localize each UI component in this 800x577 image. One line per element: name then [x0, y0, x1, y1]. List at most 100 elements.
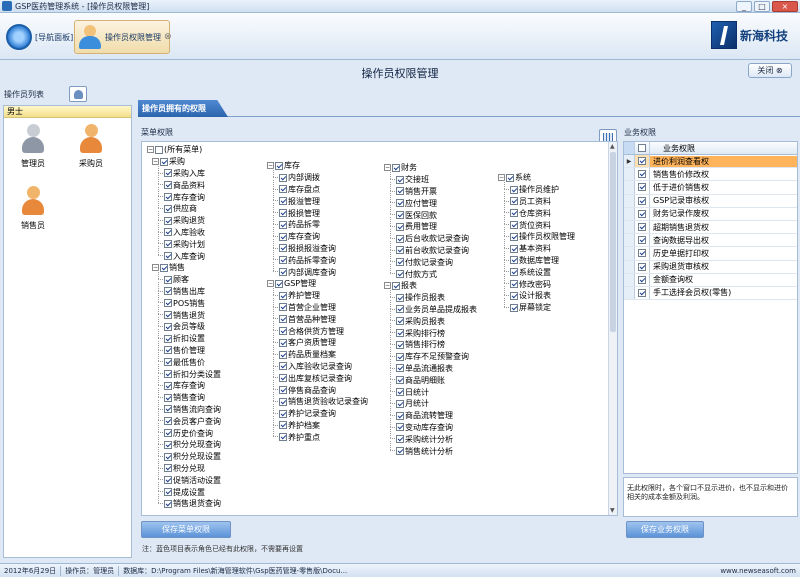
checkbox[interactable] [164, 358, 172, 367]
tab-owned-permissions[interactable]: 操作员拥有的权限 [138, 100, 228, 117]
expand-toggle-icon[interactable]: − [147, 146, 154, 154]
checkbox[interactable] [396, 399, 404, 408]
user-purchaser[interactable]: 采购员 [65, 124, 117, 182]
select-all-checkbox[interactable] [637, 144, 646, 152]
checkbox[interactable] [396, 293, 404, 302]
tree-item[interactable]: 费用管理 [378, 217, 477, 233]
checkbox[interactable] [510, 185, 518, 194]
checkbox[interactable] [396, 234, 404, 243]
checkbox[interactable] [279, 185, 287, 194]
checkbox[interactable] [637, 209, 646, 218]
checkbox[interactable] [279, 327, 287, 336]
tree-item[interactable]: 出库复核记录查询 [261, 368, 368, 384]
close-button[interactable]: 关闭 ⊗ [748, 63, 792, 78]
checkbox[interactable] [506, 173, 514, 182]
tree-scrollbar[interactable]: ▲ ▼ [608, 142, 617, 515]
tree-item[interactable]: 入库验收记录查询 [261, 356, 368, 373]
checkbox[interactable] [164, 287, 172, 296]
checkbox[interactable] [164, 181, 172, 190]
tree-item[interactable]: 客户资质管理 [261, 333, 368, 349]
tree-item[interactable]: 停售商品查询 [261, 380, 368, 396]
tree-item[interactable]: 库存不足预警查询 [378, 346, 477, 363]
tree-item[interactable]: 商品流转管理 [378, 405, 477, 422]
checkbox[interactable] [160, 157, 168, 166]
checkbox[interactable] [637, 223, 646, 232]
save-biz-permissions-button[interactable]: 保存业务权限 [626, 521, 704, 538]
tree-item[interactable]: 变动库存查询 [378, 417, 477, 434]
tree-item[interactable]: 药品拆零查询 [261, 250, 368, 266]
checkbox[interactable] [164, 499, 172, 508]
checkbox[interactable] [164, 322, 172, 331]
tree-item[interactable]: 药品拆零 [261, 215, 368, 231]
tree-item[interactable]: 采购统计分析 [378, 429, 477, 445]
tree-item[interactable]: 医保回款 [378, 205, 477, 221]
tree-item[interactable]: 药品质量档案 [261, 344, 368, 361]
biz-permission-row[interactable]: 销售售价修改权 [624, 168, 797, 182]
checkbox[interactable] [396, 364, 404, 373]
checkbox[interactable] [637, 183, 646, 192]
checkbox[interactable] [637, 236, 646, 245]
checkbox[interactable] [510, 256, 518, 265]
checkbox[interactable] [396, 222, 404, 231]
tab-operator-permissions[interactable]: 操作员权限管理 ⊗ [74, 20, 172, 54]
checkbox[interactable] [279, 244, 287, 253]
checkbox[interactable] [510, 232, 518, 241]
checkbox[interactable] [164, 440, 172, 449]
checkbox[interactable] [396, 352, 404, 361]
checkbox[interactable] [279, 350, 287, 359]
checkbox[interactable] [164, 311, 172, 320]
tree-item[interactable]: 日统计 [378, 382, 477, 398]
checkbox[interactable] [279, 421, 287, 430]
tab-nav-panel[interactable]: [导航面板] [3, 20, 73, 54]
checkbox[interactable] [279, 315, 287, 324]
tree-item[interactable]: 应付管理 [378, 193, 477, 209]
checkbox[interactable] [396, 175, 404, 184]
tree-item[interactable]: 采购排行榜 [378, 323, 477, 339]
tree-category[interactable]: − GSP管理 [261, 278, 368, 290]
checkbox[interactable] [164, 393, 172, 402]
checkbox[interactable] [164, 476, 172, 485]
checkbox[interactable] [279, 338, 287, 347]
checkbox[interactable] [164, 275, 172, 284]
tree-item[interactable]: 内部调拨 [261, 167, 368, 184]
checkbox[interactable] [637, 262, 646, 271]
checkbox[interactable] [396, 435, 404, 444]
checkbox[interactable] [164, 381, 172, 390]
tree-item[interactable]: 销售统计分析 [378, 441, 477, 457]
checkbox[interactable] [510, 280, 518, 289]
biz-permission-row[interactable]: 历史单据打印权 [624, 247, 797, 261]
checkbox[interactable] [155, 145, 163, 154]
checkbox[interactable] [637, 288, 646, 297]
checkbox[interactable] [396, 329, 404, 338]
tree-item[interactable]: 内部调库查询 [261, 262, 368, 278]
checkbox[interactable] [510, 291, 518, 300]
user-admin[interactable]: 管理员 [7, 124, 59, 182]
checkbox[interactable] [279, 291, 287, 300]
checkbox[interactable] [279, 232, 287, 241]
tree-item[interactable]: 合格供货方管理 [261, 321, 368, 337]
checkbox[interactable] [279, 386, 287, 395]
checkbox[interactable] [164, 228, 172, 237]
user-view-icon[interactable] [69, 86, 87, 102]
tree-item[interactable]: 报损报溢查询 [261, 238, 368, 255]
checkbox[interactable] [279, 197, 287, 206]
checkbox[interactable] [164, 334, 172, 343]
tree-item[interactable]: 首营企业管理 [261, 297, 368, 314]
checkbox[interactable] [637, 275, 646, 284]
tree-item[interactable]: 养护记录查询 [261, 403, 368, 420]
checkbox[interactable] [396, 376, 404, 385]
checkbox[interactable] [396, 340, 404, 349]
biz-permission-row[interactable]: 低于进价销售权 [624, 181, 797, 195]
checkbox[interactable] [275, 279, 283, 288]
tree-item[interactable]: 报损管理 [261, 203, 368, 219]
checkbox[interactable] [279, 173, 287, 182]
checkbox[interactable] [164, 169, 172, 178]
checkbox[interactable] [164, 240, 172, 249]
checkbox[interactable] [510, 209, 518, 218]
tree-item[interactable]: 养护档案 [261, 415, 368, 432]
checkbox[interactable] [164, 405, 172, 414]
checkbox[interactable] [637, 170, 646, 179]
tree-item[interactable]: 销售开票 [378, 181, 477, 198]
checkbox[interactable] [396, 423, 404, 432]
checkbox[interactable] [396, 388, 404, 397]
